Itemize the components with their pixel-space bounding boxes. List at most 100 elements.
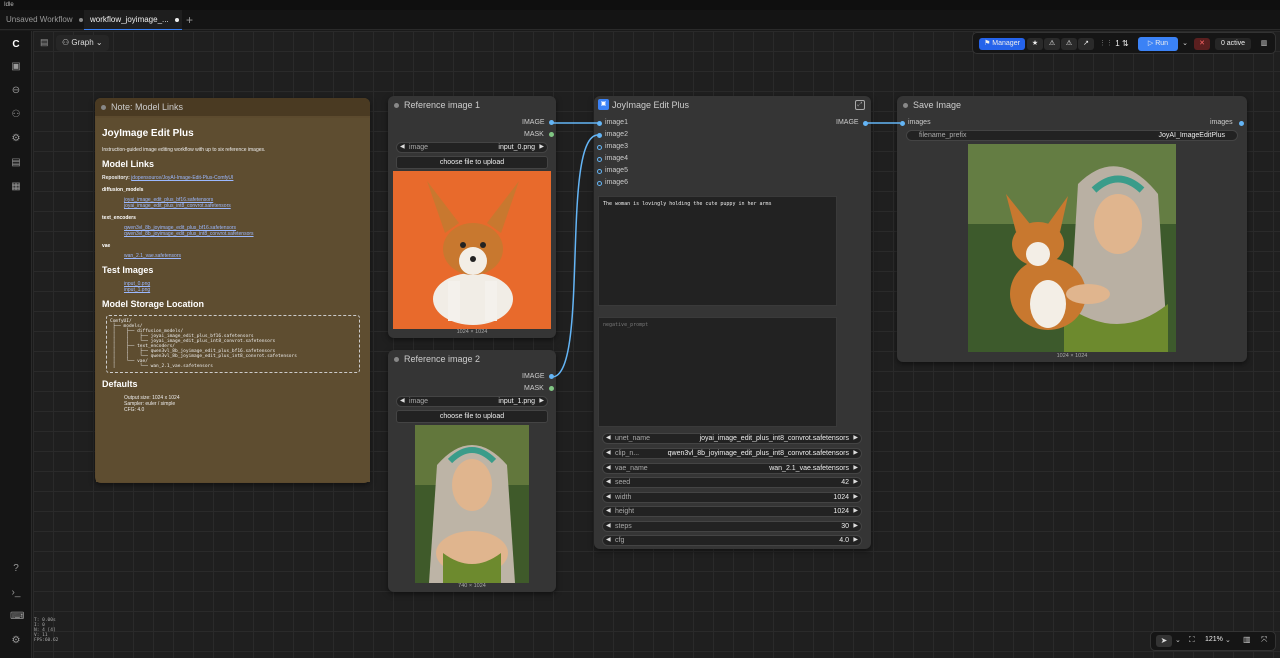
link-visibility-icon[interactable]: ⤧ (1261, 635, 1267, 645)
link-vae[interactable]: wan_2.1_vae.safetensors (124, 253, 364, 259)
tab-unsaved-workflow[interactable]: Unsaved Workflow (0, 10, 84, 30)
link-diffusion-int8[interactable]: joyai_image_edit_plus_int8_convrot.safet… (124, 203, 364, 209)
right-arrow-icon[interactable]: ▶ (539, 143, 544, 152)
save-output-label: images (1210, 119, 1233, 126)
left-arrow-icon[interactable]: ◀ (606, 522, 611, 531)
settings-icon[interactable]: ⚙ (10, 635, 22, 647)
ref1-upload-button[interactable]: choose file to upload (396, 156, 548, 169)
right-arrow-icon[interactable]: ▶ (853, 507, 858, 516)
negative-prompt-textarea[interactable]: negative_prompt (598, 317, 837, 427)
height-number-widget[interactable]: ◀ height 1024 ▶ (602, 506, 862, 517)
ref2-image-output-dot[interactable] (549, 374, 554, 379)
ref2-upload-button[interactable]: choose file to upload (396, 410, 548, 423)
joy-output-dot[interactable] (863, 121, 868, 126)
images-icon[interactable]: ▣ (10, 61, 22, 73)
input-dot-image5[interactable] (597, 169, 602, 174)
joy-title: JoyImage Edit Plus (612, 100, 690, 110)
prompt-textarea[interactable]: The woman is lovingly holding the cute p… (598, 196, 837, 306)
right-arrow-icon[interactable]: ▶ (539, 397, 544, 406)
select-tool-icon[interactable]: ➤ (1156, 635, 1172, 647)
right-arrow-icon[interactable]: ▶ (853, 434, 858, 443)
input-dot-image6[interactable] (597, 181, 602, 186)
zoom-chevron-icon[interactable]: ⌄ (1225, 636, 1231, 644)
add-tab-button[interactable]: + (186, 10, 193, 30)
warning-icon[interactable]: ⚠ (1044, 38, 1060, 50)
tab-workflow-joyimage[interactable]: workflow_joyimage_... (84, 10, 182, 30)
toggle-panel-icon[interactable]: ▤ (40, 37, 49, 48)
width-number-widget[interactable]: ◀ width 1024 ▶ (602, 492, 862, 503)
unet-name-combo[interactable]: ◀ unet_name joyai_image_edit_plus_int8_con… (602, 433, 862, 444)
input-dot-image4[interactable] (597, 157, 602, 162)
seed-number-widget[interactable]: ◀ seed 42 ▶ (602, 477, 862, 488)
link-text-enc-int8[interactable]: qwen3vl_8b_joyimage_edit_plus_int8_convr… (124, 231, 364, 237)
minimap-icon[interactable]: ▥ (1243, 635, 1251, 644)
filename-prefix-field[interactable]: filename_prefix JoyAI_ImageEditPlus (906, 130, 1238, 141)
toggle-right-panel-icon[interactable]: ▥ (1257, 38, 1271, 50)
fit-view-icon[interactable]: ⛶ (1189, 635, 1195, 645)
ref2-mask-output-dot[interactable] (549, 386, 554, 391)
right-arrow-icon[interactable]: ▶ (853, 536, 858, 545)
right-arrow-icon[interactable]: ▶ (853, 522, 858, 531)
ref2-size-caption: 740 × 1024 (458, 583, 486, 589)
tool-chevron-icon[interactable]: ⌄ (1175, 636, 1181, 644)
left-arrow-icon[interactable]: ◀ (606, 464, 611, 473)
models-icon[interactable]: ⚙ (10, 133, 22, 145)
help-icon[interactable]: ? (10, 563, 22, 575)
left-arrow-icon[interactable]: ◀ (606, 449, 611, 458)
steps-number-widget[interactable]: ◀ steps 30 ▶ (602, 521, 862, 532)
input-dot-image1[interactable] (597, 121, 602, 126)
ref2-image-combo[interactable]: ◀ image input_1.png ▶ (396, 396, 548, 407)
input-dot-image3[interactable] (597, 145, 602, 150)
joy-header[interactable]: JoyImage Edit Plus (594, 96, 871, 114)
ref1-image-output-dot[interactable] (549, 120, 554, 125)
terminal-icon[interactable]: ›_ (10, 587, 22, 599)
note-node-header[interactable]: Note: Model Links (95, 98, 370, 116)
left-arrow-icon[interactable]: ◀ (400, 397, 405, 406)
manager-button[interactable]: ⚑ Manager (979, 38, 1025, 50)
nodes-icon[interactable]: ⚇ (10, 109, 22, 121)
defaults-heading: Defaults (102, 379, 138, 389)
right-arrow-icon[interactable]: ▶ (853, 493, 858, 502)
left-arrow-icon[interactable]: ◀ (606, 536, 611, 545)
ref1-header[interactable]: Reference image 1 (388, 96, 556, 114)
templates-icon[interactable]: ▦ (10, 181, 22, 193)
clip-name-combo[interactable]: ◀ clip_n... qwen3vl_8b_joyimage_edit_plus_… (602, 448, 862, 459)
ref2-header[interactable]: Reference image 2 (388, 350, 556, 368)
left-arrow-icon[interactable]: ◀ (400, 143, 405, 152)
share-icon[interactable]: ↗ (1078, 38, 1094, 50)
comfy-logo-icon[interactable]: C (10, 39, 22, 51)
cancel-run-button[interactable]: ✕ (1194, 38, 1210, 50)
alert-icon[interactable]: ⚠ (1061, 38, 1077, 50)
right-arrow-icon[interactable]: ▶ (853, 449, 858, 458)
test-images-heading: Test Images (102, 265, 154, 275)
repo-link[interactable]: jdopensource/JoyAI-Image-Edit-Plus-Comfy… (131, 175, 233, 181)
left-arrow-icon[interactable]: ◀ (606, 478, 611, 487)
queue-icon[interactable]: ⊖ (10, 85, 22, 97)
run-options-chevron-icon[interactable]: ⌄ (1180, 38, 1190, 50)
active-queue-button[interactable]: 0 active (1215, 38, 1251, 50)
ref1-image-combo[interactable]: ◀ image input_0.png ▶ (396, 142, 548, 153)
expand-icon[interactable]: ⤢ (855, 100, 865, 110)
save-header[interactable]: Save Image (897, 96, 1247, 114)
zoom-level[interactable]: 121% (1205, 636, 1223, 643)
vae-name-combo[interactable]: ◀ vae_name wan_2.1_vae.safetensors ▶ (602, 463, 862, 474)
ref1-mask-output-label: MASK (524, 131, 544, 138)
save-output-dot[interactable] (1239, 121, 1244, 126)
drag-handle-icon[interactable]: ⋮⋮ (1099, 38, 1113, 50)
graph-mode-button[interactable]: ⚇ Graph ⌄ (56, 35, 109, 51)
link-input-1[interactable]: input_1.png (124, 287, 364, 293)
ref1-mask-output-dot[interactable] (549, 132, 554, 137)
workflows-icon[interactable]: ▤ (10, 157, 22, 169)
save-input-dot[interactable] (900, 121, 905, 126)
input-dot-image2[interactable] (597, 133, 602, 138)
left-arrow-icon[interactable]: ◀ (606, 434, 611, 443)
cfg-number-widget[interactable]: ◀ cfg 4.0 ▶ (602, 535, 862, 546)
star-icon[interactable]: ★ (1027, 38, 1043, 50)
run-button[interactable]: ▷ Run (1138, 37, 1178, 51)
right-arrow-icon[interactable]: ▶ (853, 478, 858, 487)
right-arrow-icon[interactable]: ▶ (853, 464, 858, 473)
keyboard-icon[interactable]: ⌨ (10, 611, 24, 623)
left-arrow-icon[interactable]: ◀ (606, 507, 611, 516)
queue-count-input[interactable]: 1 ⇅ (1111, 38, 1133, 50)
left-arrow-icon[interactable]: ◀ (606, 493, 611, 502)
